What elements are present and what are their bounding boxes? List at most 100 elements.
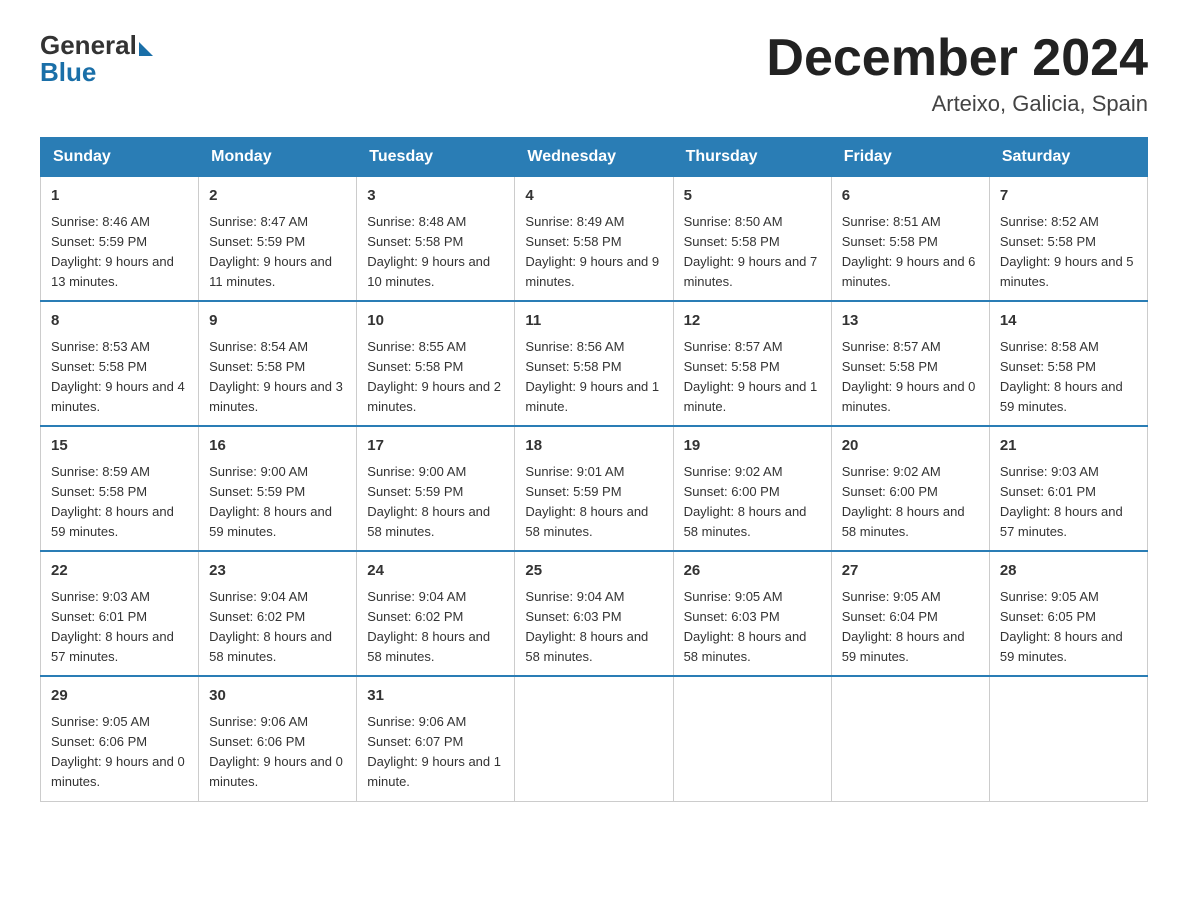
day-info: Sunrise: 8:51 AMSunset: 5:58 PMDaylight:… [842,214,976,289]
table-row: 21 Sunrise: 9:03 AMSunset: 6:01 PMDaylig… [989,426,1147,551]
day-info: Sunrise: 8:49 AMSunset: 5:58 PMDaylight:… [525,214,659,289]
day-info: Sunrise: 8:57 AMSunset: 5:58 PMDaylight:… [684,339,818,414]
day-number: 17 [367,435,504,458]
day-info: Sunrise: 8:58 AMSunset: 5:58 PMDaylight:… [1000,339,1123,414]
day-number: 30 [209,685,346,708]
day-info: Sunrise: 8:50 AMSunset: 5:58 PMDaylight:… [684,214,818,289]
day-info: Sunrise: 9:05 AMSunset: 6:06 PMDaylight:… [51,714,185,789]
table-row: 25 Sunrise: 9:04 AMSunset: 6:03 PMDaylig… [515,551,673,676]
day-number: 13 [842,310,979,333]
table-row: 9 Sunrise: 8:54 AMSunset: 5:58 PMDayligh… [199,301,357,426]
calendar-week-row: 29 Sunrise: 9:05 AMSunset: 6:06 PMDaylig… [41,676,1148,801]
table-row [989,676,1147,801]
day-info: Sunrise: 8:48 AMSunset: 5:58 PMDaylight:… [367,214,490,289]
col-friday: Friday [831,138,989,177]
day-info: Sunrise: 9:05 AMSunset: 6:05 PMDaylight:… [1000,589,1123,664]
day-info: Sunrise: 9:00 AMSunset: 5:59 PMDaylight:… [209,464,332,539]
table-row: 15 Sunrise: 8:59 AMSunset: 5:58 PMDaylig… [41,426,199,551]
day-number: 25 [525,560,662,583]
day-info: Sunrise: 8:56 AMSunset: 5:58 PMDaylight:… [525,339,659,414]
calendar-week-row: 1 Sunrise: 8:46 AMSunset: 5:59 PMDayligh… [41,177,1148,302]
day-number: 12 [684,310,821,333]
day-number: 28 [1000,560,1137,583]
calendar-title-block: December 2024 Arteixo, Galicia, Spain [766,30,1148,117]
day-number: 3 [367,185,504,208]
day-number: 16 [209,435,346,458]
table-row: 10 Sunrise: 8:55 AMSunset: 5:58 PMDaylig… [357,301,515,426]
table-row: 26 Sunrise: 9:05 AMSunset: 6:03 PMDaylig… [673,551,831,676]
day-number: 24 [367,560,504,583]
day-info: Sunrise: 8:52 AMSunset: 5:58 PMDaylight:… [1000,214,1134,289]
table-row: 28 Sunrise: 9:05 AMSunset: 6:05 PMDaylig… [989,551,1147,676]
table-row: 2 Sunrise: 8:47 AMSunset: 5:59 PMDayligh… [199,177,357,302]
logo: General Blue [40,30,153,88]
day-number: 20 [842,435,979,458]
table-row: 29 Sunrise: 9:05 AMSunset: 6:06 PMDaylig… [41,676,199,801]
day-number: 19 [684,435,821,458]
day-info: Sunrise: 8:47 AMSunset: 5:59 PMDaylight:… [209,214,332,289]
table-row: 23 Sunrise: 9:04 AMSunset: 6:02 PMDaylig… [199,551,357,676]
table-row: 22 Sunrise: 9:03 AMSunset: 6:01 PMDaylig… [41,551,199,676]
table-row: 30 Sunrise: 9:06 AMSunset: 6:06 PMDaylig… [199,676,357,801]
table-row: 3 Sunrise: 8:48 AMSunset: 5:58 PMDayligh… [357,177,515,302]
day-number: 8 [51,310,188,333]
table-row [831,676,989,801]
day-info: Sunrise: 9:04 AMSunset: 6:02 PMDaylight:… [209,589,332,664]
table-row [515,676,673,801]
table-row: 5 Sunrise: 8:50 AMSunset: 5:58 PMDayligh… [673,177,831,302]
day-info: Sunrise: 9:04 AMSunset: 6:02 PMDaylight:… [367,589,490,664]
day-info: Sunrise: 9:06 AMSunset: 6:07 PMDaylight:… [367,714,501,789]
table-row: 24 Sunrise: 9:04 AMSunset: 6:02 PMDaylig… [357,551,515,676]
day-info: Sunrise: 8:55 AMSunset: 5:58 PMDaylight:… [367,339,501,414]
calendar-week-row: 15 Sunrise: 8:59 AMSunset: 5:58 PMDaylig… [41,426,1148,551]
day-info: Sunrise: 9:05 AMSunset: 6:04 PMDaylight:… [842,589,965,664]
day-number: 23 [209,560,346,583]
calendar-title: December 2024 [766,30,1148,87]
table-row: 8 Sunrise: 8:53 AMSunset: 5:58 PMDayligh… [41,301,199,426]
day-info: Sunrise: 8:57 AMSunset: 5:58 PMDaylight:… [842,339,976,414]
day-number: 22 [51,560,188,583]
day-number: 29 [51,685,188,708]
day-number: 31 [367,685,504,708]
day-number: 21 [1000,435,1137,458]
col-sunday: Sunday [41,138,199,177]
day-number: 7 [1000,185,1137,208]
table-row: 16 Sunrise: 9:00 AMSunset: 5:59 PMDaylig… [199,426,357,551]
day-info: Sunrise: 9:04 AMSunset: 6:03 PMDaylight:… [525,589,648,664]
day-info: Sunrise: 8:59 AMSunset: 5:58 PMDaylight:… [51,464,174,539]
day-number: 27 [842,560,979,583]
logo-triangle-icon [139,42,153,56]
day-info: Sunrise: 9:00 AMSunset: 5:59 PMDaylight:… [367,464,490,539]
day-number: 26 [684,560,821,583]
day-number: 15 [51,435,188,458]
table-row: 1 Sunrise: 8:46 AMSunset: 5:59 PMDayligh… [41,177,199,302]
day-number: 18 [525,435,662,458]
table-row: 20 Sunrise: 9:02 AMSunset: 6:00 PMDaylig… [831,426,989,551]
table-row: 13 Sunrise: 8:57 AMSunset: 5:58 PMDaylig… [831,301,989,426]
day-info: Sunrise: 8:54 AMSunset: 5:58 PMDaylight:… [209,339,343,414]
day-info: Sunrise: 9:02 AMSunset: 6:00 PMDaylight:… [842,464,965,539]
day-number: 5 [684,185,821,208]
table-row: 31 Sunrise: 9:06 AMSunset: 6:07 PMDaylig… [357,676,515,801]
table-row: 18 Sunrise: 9:01 AMSunset: 5:59 PMDaylig… [515,426,673,551]
table-row: 4 Sunrise: 8:49 AMSunset: 5:58 PMDayligh… [515,177,673,302]
col-saturday: Saturday [989,138,1147,177]
table-row [673,676,831,801]
day-number: 9 [209,310,346,333]
table-row: 19 Sunrise: 9:02 AMSunset: 6:00 PMDaylig… [673,426,831,551]
page-header: General Blue December 2024 Arteixo, Gali… [40,30,1148,117]
day-info: Sunrise: 9:06 AMSunset: 6:06 PMDaylight:… [209,714,343,789]
day-info: Sunrise: 8:46 AMSunset: 5:59 PMDaylight:… [51,214,174,289]
table-row: 14 Sunrise: 8:58 AMSunset: 5:58 PMDaylig… [989,301,1147,426]
table-row: 11 Sunrise: 8:56 AMSunset: 5:58 PMDaylig… [515,301,673,426]
day-info: Sunrise: 9:02 AMSunset: 6:00 PMDaylight:… [684,464,807,539]
calendar-week-row: 8 Sunrise: 8:53 AMSunset: 5:58 PMDayligh… [41,301,1148,426]
table-row: 12 Sunrise: 8:57 AMSunset: 5:58 PMDaylig… [673,301,831,426]
day-number: 2 [209,185,346,208]
day-info: Sunrise: 9:03 AMSunset: 6:01 PMDaylight:… [1000,464,1123,539]
col-monday: Monday [199,138,357,177]
table-row: 6 Sunrise: 8:51 AMSunset: 5:58 PMDayligh… [831,177,989,302]
col-wednesday: Wednesday [515,138,673,177]
table-row: 7 Sunrise: 8:52 AMSunset: 5:58 PMDayligh… [989,177,1147,302]
table-row: 17 Sunrise: 9:00 AMSunset: 5:59 PMDaylig… [357,426,515,551]
